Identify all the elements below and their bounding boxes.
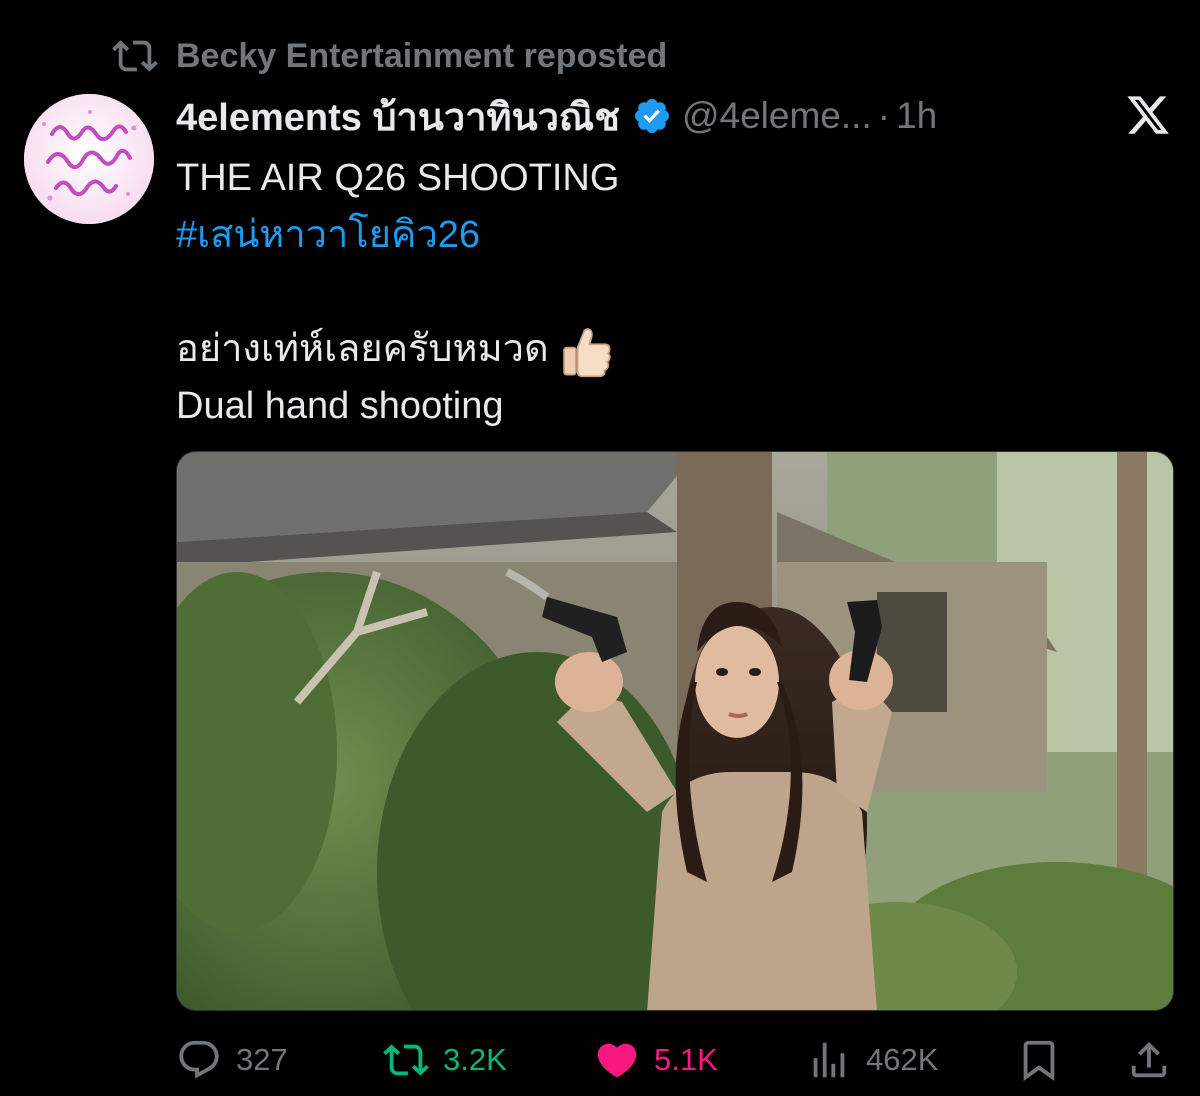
share-button[interactable] [1126,1037,1172,1083]
avatar-logo [24,94,154,224]
views-button[interactable]: 462K [806,1037,938,1083]
tweet-header: 4elements บ้านวาทินวณิช @4eleme... · 1h [176,92,937,140]
repost-banner[interactable]: Becky Entertainment reposted [112,34,667,78]
share-icon [1131,1041,1167,1078]
tweet-actions: 327 3.2K 5.1K 462K [176,1034,1172,1086]
repost-count: 3.2K [443,1042,507,1077]
bookmark-icon [1023,1040,1055,1081]
like-button[interactable]: 5.1K [594,1037,718,1083]
x-logo-icon [1127,96,1169,134]
repost-button[interactable]: 3.2K [383,1037,507,1083]
header-separator: · [877,95,891,136]
views-icon [813,1042,845,1078]
photo-woman-dual-pistols [177,452,1173,1010]
avatar[interactable] [24,94,154,224]
tweet-line-title: THE AIR Q26 SHOOTING [176,157,620,199]
reply-icon [179,1040,219,1079]
tweet-line-thai-text: อย่างเท่ห์เลยครับหมวด [176,328,549,370]
repost-icon [112,40,158,72]
display-name[interactable]: 4elements บ้านวาทินวณิช [176,86,620,147]
thumbs-up-icon [562,328,611,378]
hashtag-link[interactable]: #เสน่หาวาโยคิว26 [176,207,1166,264]
tweet-photo[interactable] [176,451,1174,1011]
views-count: 462K [866,1042,939,1077]
reply-count: 327 [236,1042,288,1077]
bookmark-button[interactable] [1016,1037,1062,1083]
repost-icon [383,1044,429,1076]
tweet-text: THE AIR Q26 SHOOTING #เสน่หาวาโยคิว26 อย… [176,150,1166,435]
repost-banner-text: Becky Entertainment reposted [176,36,668,75]
author-handle[interactable]: @4eleme... [682,95,872,137]
heart-icon [597,1043,637,1078]
like-count: 5.1K [654,1042,718,1077]
tweet-card[interactable]: Becky Entertainment reposted 4elements บ… [0,0,1200,1096]
timestamp[interactable]: 1h [896,95,937,137]
tweet-line-english: Dual hand shooting [176,385,504,427]
reply-button[interactable]: 327 [176,1037,288,1083]
verified-badge-icon[interactable] [632,96,672,136]
tweet-line-thai: อย่างเท่ห์เลยครับหมวด [176,321,1166,378]
